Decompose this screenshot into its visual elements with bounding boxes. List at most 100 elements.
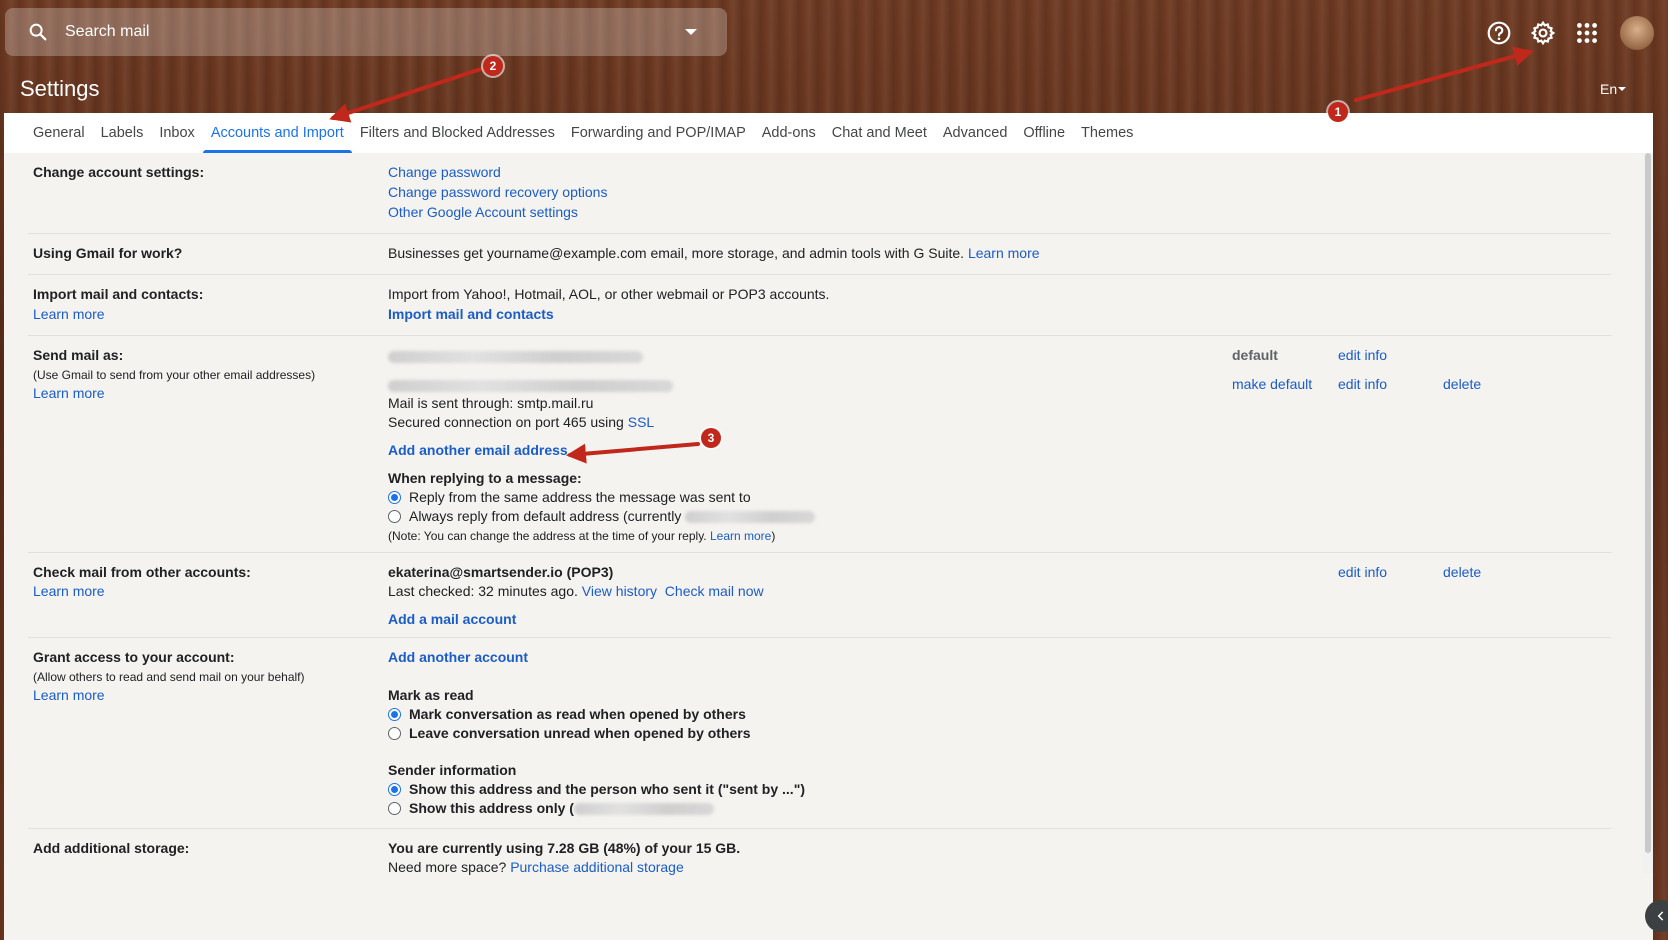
check-mail-now-link[interactable]: Check mail now — [665, 583, 764, 599]
option-label: Mark conversation as read when opened by… — [409, 706, 746, 722]
show-only-option[interactable]: Show this address only ( — [388, 800, 714, 816]
tab-labels[interactable]: Labels — [93, 113, 152, 153]
radio-selected[interactable] — [388, 782, 401, 796]
gsuite-text: Businesses get yourname@example.com emai… — [388, 245, 1040, 261]
section-label: Send mail as: — [33, 347, 124, 363]
page-title: Settings — [20, 76, 100, 101]
default-badge: default — [1232, 347, 1278, 363]
mark-read-option[interactable]: Mark conversation as read when opened by… — [388, 706, 746, 722]
reply-heading: When replying to a message: — [388, 470, 582, 486]
ssl-link[interactable]: SSL — [628, 414, 654, 430]
section-sublabel: (Allow others to read and send mail on y… — [33, 670, 305, 684]
annotation-marker-3: 3 — [701, 428, 721, 448]
learn-more-link[interactable]: Learn more — [33, 687, 105, 703]
tab-advanced[interactable]: Advanced — [935, 113, 1016, 153]
annotation-marker-2: 2 — [483, 56, 503, 76]
help-icon[interactable] — [1486, 20, 1512, 46]
option-label: Show this address and the person who sen… — [409, 781, 805, 797]
avatar[interactable] — [1620, 16, 1654, 50]
scrollbar[interactable] — [1643, 153, 1653, 873]
reply-default-option[interactable]: Always reply from default address (curre… — [388, 508, 816, 524]
option-label: Reply from the same address the message … — [409, 489, 751, 505]
tab-add-ons[interactable]: Add-ons — [754, 113, 824, 153]
section-label: Grant access to your account: — [33, 649, 235, 665]
tab-inbox[interactable]: Inbox — [151, 113, 202, 153]
section-import: Import mail and contacts: Learn more Imp… — [28, 275, 1611, 336]
search-input[interactable]: Search mail — [65, 23, 685, 41]
tab-accounts-and-import[interactable]: Accounts and Import — [202, 113, 352, 153]
mark-as-read-heading: Mark as read — [388, 687, 474, 703]
scrollbar-thumb[interactable] — [1645, 153, 1651, 853]
edit-info-link[interactable]: edit info — [1338, 564, 1387, 580]
smtp-info: Mail is sent through: smtp.mail.ru — [388, 395, 594, 411]
section-label: Add additional storage: — [33, 840, 190, 856]
section-label: Change account settings: — [33, 164, 205, 180]
radio-unselected[interactable] — [388, 509, 401, 523]
radio-unselected[interactable] — [388, 801, 401, 815]
gsuite-description: Businesses get yourname@example.com emai… — [388, 245, 965, 261]
add-another-account-button[interactable]: Add another account — [388, 649, 528, 665]
annotation-arrow-2 — [329, 66, 486, 123]
last-checked: Last checked: 32 minutes ago. View histo… — [388, 583, 764, 599]
radio-unselected[interactable] — [388, 726, 401, 740]
gear-icon[interactable] — [1530, 20, 1556, 46]
annotation-marker-1: 1 — [1328, 102, 1348, 122]
reply-same-option[interactable]: Reply from the same address the message … — [388, 489, 751, 505]
radio-selected[interactable] — [388, 707, 401, 721]
redacted-address — [573, 803, 714, 816]
google-account-settings-link[interactable]: Other Google Account settings — [388, 204, 578, 220]
learn-more-link[interactable]: Learn more — [33, 306, 105, 322]
secured-text: Secured connection on port 465 using — [388, 414, 624, 430]
recovery-options-link[interactable]: Change password recovery options — [388, 184, 607, 200]
section-label: Import mail and contacts: — [33, 286, 204, 302]
tab-filters[interactable]: Filters and Blocked Addresses — [352, 113, 563, 153]
reply-note: (Note: You can change the address at the… — [388, 529, 775, 543]
edit-info-link[interactable]: edit info — [1338, 376, 1387, 392]
apps-grid-icon[interactable] — [1574, 20, 1600, 46]
pop3-account: ekaterina@smartsender.io (POP3) — [388, 564, 614, 580]
learn-more-link[interactable]: Learn more — [710, 529, 771, 543]
edit-info-link[interactable]: edit info — [1338, 347, 1387, 363]
settings-content: Change account settings: Change password… — [4, 153, 1653, 940]
redacted-address — [388, 351, 643, 363]
add-email-address-button[interactable]: Add another email address — [388, 442, 568, 458]
tab-themes[interactable]: Themes — [1073, 113, 1141, 153]
need-more-text: Need more space? — [388, 859, 507, 875]
section-change-account: Change account settings: Change password… — [28, 153, 1611, 234]
search-options-icon[interactable] — [685, 29, 697, 35]
search-icon[interactable] — [27, 21, 49, 43]
tab-general[interactable]: General — [25, 113, 93, 153]
leave-unread-option[interactable]: Leave conversation unread when opened by… — [388, 725, 751, 741]
radio-selected[interactable] — [388, 490, 401, 504]
option-label: Leave conversation unread when opened by… — [409, 725, 751, 741]
delete-link[interactable]: delete — [1443, 376, 1481, 392]
language-selector[interactable]: En — [1600, 81, 1617, 97]
section-gmail-work: Using Gmail for work? Businesses get you… — [28, 234, 1611, 275]
learn-more-link[interactable]: Learn more — [33, 583, 105, 599]
section-check-mail: Check mail from other accounts: Learn mo… — [28, 553, 1611, 638]
delete-link[interactable]: delete — [1443, 564, 1481, 580]
note-end: ) — [771, 529, 776, 543]
option-label: Always reply from default address (curre… — [409, 508, 682, 524]
tab-forwarding[interactable]: Forwarding and POP/IMAP — [563, 113, 754, 153]
redacted-address — [685, 511, 816, 524]
add-mail-account-button[interactable]: Add a mail account — [388, 611, 516, 627]
tab-offline[interactable]: Offline — [1015, 113, 1073, 153]
import-mail-button[interactable]: Import mail and contacts — [388, 306, 554, 322]
annotation-arrow-1 — [1354, 46, 1534, 102]
purchase-storage-link[interactable]: Purchase additional storage — [510, 859, 684, 875]
change-password-link[interactable]: Change password — [388, 164, 501, 180]
learn-more-link[interactable]: Learn more — [968, 245, 1040, 261]
search-bar[interactable]: Search mail — [5, 8, 727, 56]
import-description: Import from Yahoo!, Hotmail, AOL, or oth… — [388, 286, 830, 302]
chevron-down-icon[interactable] — [1618, 87, 1626, 91]
tab-chat-and-meet[interactable]: Chat and Meet — [824, 113, 935, 153]
make-default-link[interactable]: make default — [1232, 376, 1312, 392]
learn-more-link[interactable]: Learn more — [33, 385, 105, 401]
option-label: Show this address only ( — [409, 800, 574, 816]
show-both-option[interactable]: Show this address and the person who sen… — [388, 781, 805, 797]
view-history-link[interactable]: View history — [582, 583, 657, 599]
section-grant-access: Grant access to your account: (Allow oth… — [28, 638, 1611, 829]
section-sublabel: (Use Gmail to send from your other email… — [33, 368, 316, 382]
storage-usage: You are currently using 7.28 GB (48%) of… — [388, 840, 741, 856]
